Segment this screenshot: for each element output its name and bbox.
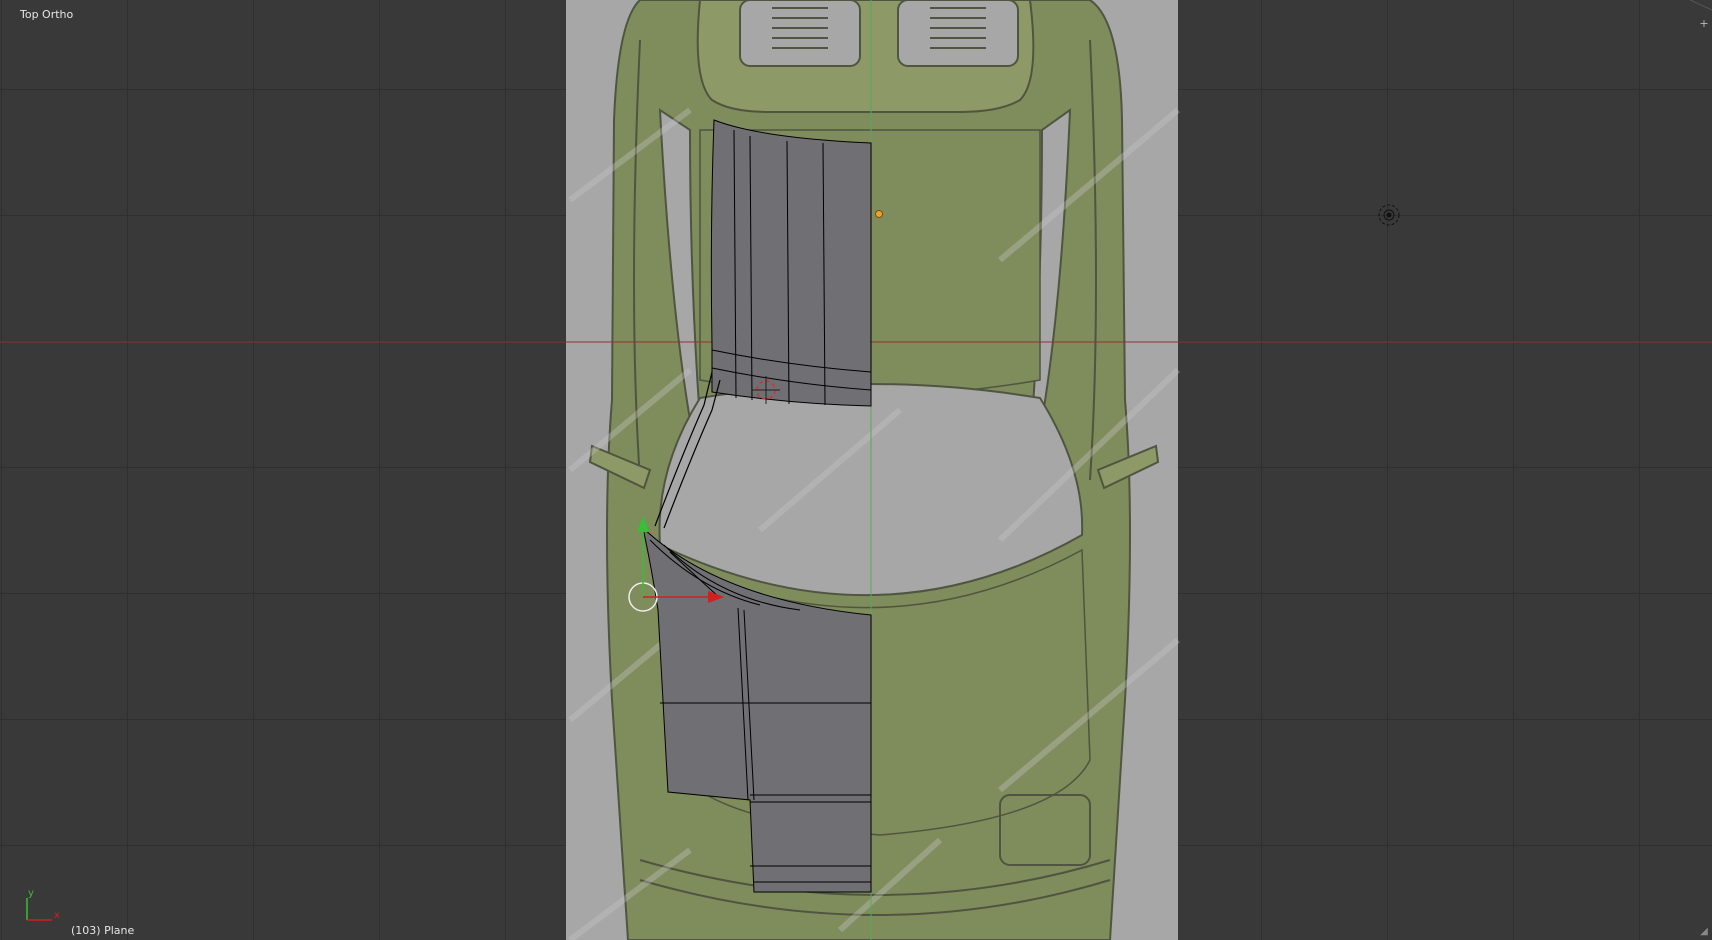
axis-widget: y x [26,888,60,921]
3d-viewport[interactable]: y x Top Ortho (103) Plane + ◢ [0,0,1712,940]
object-origin-dot[interactable] [875,210,883,218]
split-view-plus-icon[interactable]: + [1698,18,1710,30]
view-label: Top Ortho [20,8,74,21]
mesh-roof-section[interactable] [710,119,872,407]
lamp-icon[interactable] [1378,204,1400,226]
viewport-scene[interactable]: y x [0,0,1712,940]
axis-widget-x-label: x [54,910,60,921]
object-label: (103) Plane [71,924,135,937]
resize-handle-icon[interactable]: ◢ [1698,926,1710,938]
axis-widget-y-label: y [28,888,34,899]
corner-split-line [1689,0,1712,11]
